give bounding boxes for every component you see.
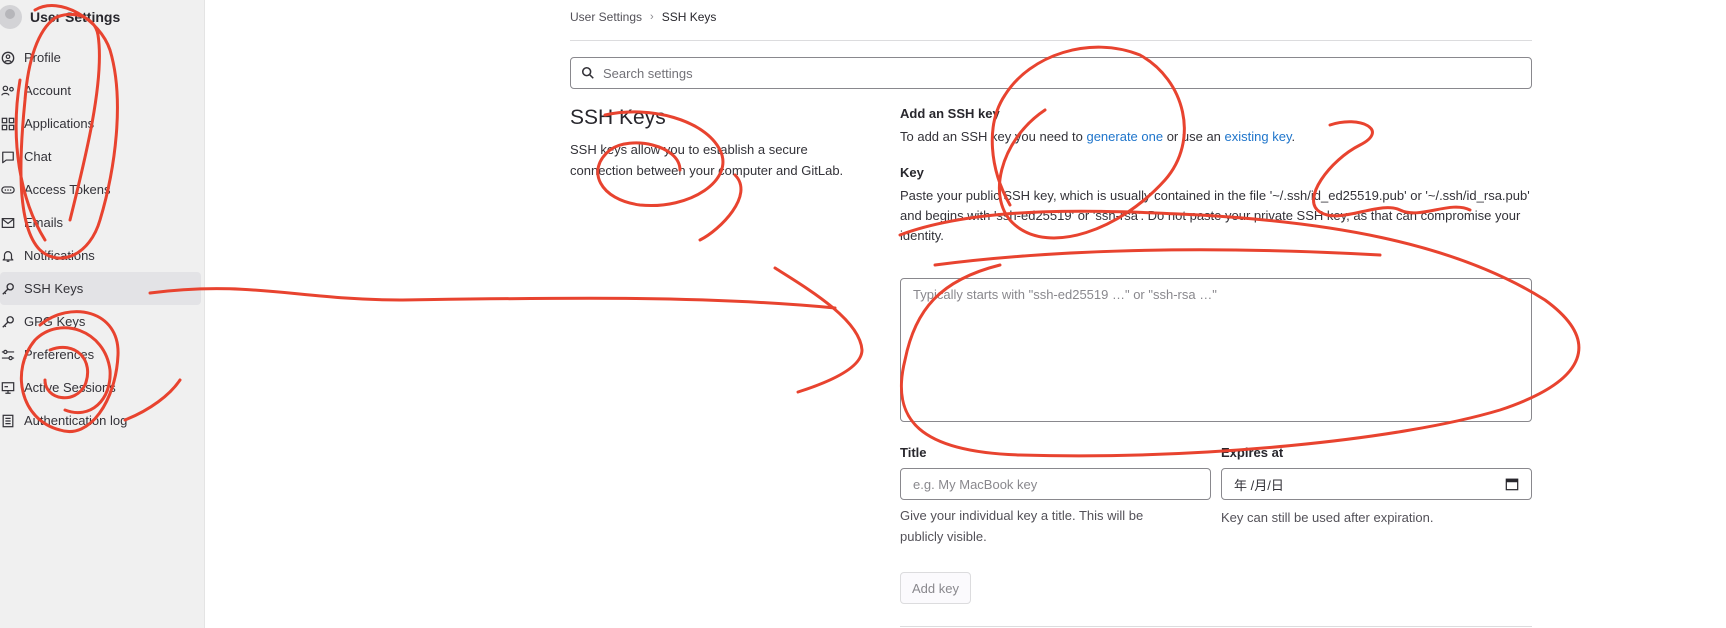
section-divider [900,626,1532,627]
key-help-text: Paste your public SSH key, which is usua… [900,188,1530,243]
sidebar-item-active-sessions[interactable]: Active Sessions [0,371,201,404]
title-label: Title [900,445,927,460]
account-icon [0,83,16,99]
annotation-stroke [698,173,743,242]
sidebar-item-applications[interactable]: Applications [0,107,201,140]
section-description: SSH keys allow you to establish a secure… [570,142,844,178]
sidebar-item-label: Active Sessions [24,380,116,395]
expires-label: Expires at [1221,445,1284,460]
key-textarea[interactable] [900,278,1532,422]
search-box[interactable] [570,57,1532,89]
chat-icon [0,149,16,165]
sidebar-item-ssh-keys[interactable]: SSH Keys [0,272,201,305]
sidebar-item-label: Notifications [24,248,95,263]
sidebar-item-notifications[interactable]: Notifications [0,239,201,272]
avatar[interactable] [0,5,22,29]
sidebar-item-label: Authentication log [24,413,128,428]
sidebar-item-preferences[interactable]: Preferences [0,338,201,371]
sidebar-item-label: Account [24,83,71,98]
sidebar-item-profile[interactable]: Profile [0,41,201,74]
key-icon [0,314,16,330]
search-icon [581,66,594,79]
breadcrumb: User Settings › SSH Keys [570,10,716,24]
generate-one-link[interactable]: generate one [1086,129,1163,144]
annotation-stroke [148,287,837,310]
key-label: Key [900,165,924,180]
sidebar-item-access-tokens[interactable]: Access Tokens [0,173,201,206]
breadcrumb-parent-link[interactable]: User Settings [570,10,642,24]
calendar-icon[interactable] [1505,477,1519,491]
key-icon [0,281,16,297]
sidebar-title[interactable]: User Settings [30,9,120,25]
profile-icon [0,50,16,66]
add-key-intro: To add an SSH key you need to generate o… [900,126,1295,147]
page-title: SSH Keys [570,106,666,129]
sidebar-item-label: Preferences [24,347,95,362]
log-icon [0,413,16,429]
mail-icon [0,215,16,231]
sidebar-nav: Profile Account Applications Chat Access… [0,41,201,437]
sidebar-item-label: Profile [24,50,61,65]
expires-help-text: Key can still be used after expiration. [1221,510,1434,525]
expires-date-value: 年 /月/日 [1234,477,1284,493]
breadcrumb-current[interactable]: SSH Keys [662,10,717,24]
sidebar-item-label: Access Tokens [24,182,111,197]
intro-text: or use an [1163,129,1225,144]
bell-icon [0,248,16,264]
sidebar-item-label: Emails [24,215,64,230]
sidebar-item-chat[interactable]: Chat [0,140,201,173]
preferences-icon [0,347,16,363]
title-input[interactable] [900,468,1211,500]
sidebar-item-gpg-keys[interactable]: GPG Keys [0,305,201,338]
sidebar-item-account[interactable]: Account [0,74,201,107]
sidebar-item-label: SSH Keys [24,281,84,296]
sidebar-item-label: Chat [24,149,52,164]
add-key-button[interactable]: Add key [900,572,971,604]
monitor-icon [0,380,16,396]
search-input[interactable] [603,65,1503,81]
sidebar-header[interactable]: User Settings [0,2,120,32]
sidebar-item-label: GPG Keys [24,314,86,329]
expires-date-input[interactable]: 年 /月/日 [1221,468,1532,500]
header-divider [570,40,1532,41]
existing-key-link[interactable]: existing key [1225,129,1292,144]
annotation-stroke [773,266,864,394]
intro-text: . [1291,129,1296,144]
annotation-stroke [933,248,1382,267]
section-intro: SSH Keys SSH keys allow you to establish… [570,106,880,181]
title-help-text: Give your individual key a title. This w… [900,508,1144,544]
sidebar: User Settings Profile Account Applicatio… [0,0,205,628]
sidebar-item-emails[interactable]: Emails [0,206,201,239]
add-key-heading: Add an SSH key [900,106,1000,121]
sidebar-item-label: Applications [24,116,95,131]
sidebar-item-authentication-log[interactable]: Authentication log [0,404,201,437]
breadcrumb-separator: › [650,11,654,23]
applications-icon [0,116,16,132]
intro-text: To add an SSH key you need to [900,129,1087,144]
token-icon [0,182,16,198]
